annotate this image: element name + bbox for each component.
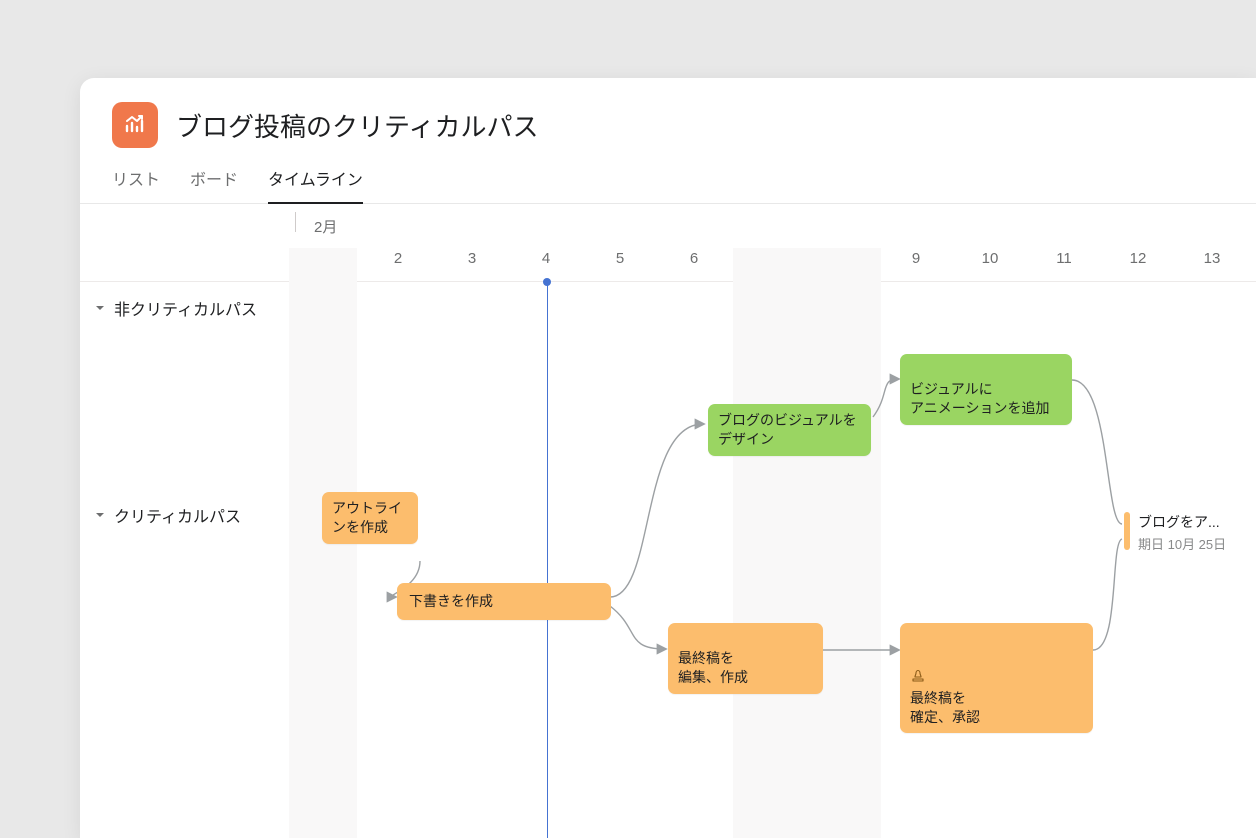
task-visual-design[interactable]: ブログのビジュアルをデザイン	[708, 404, 871, 456]
chevron-down-icon	[94, 509, 106, 521]
chevron-down-icon	[94, 302, 106, 314]
task-label: 下書きを作成	[409, 593, 493, 609]
dependency-lines	[80, 334, 1256, 838]
day-column: 9	[879, 250, 953, 267]
task-label: 最終稿を 確定、承認	[910, 690, 980, 725]
tab-list[interactable]: リスト	[112, 166, 160, 203]
day-column: 6	[657, 250, 731, 267]
task-label: アウトラインを作成	[332, 500, 402, 535]
task-outline[interactable]: アウトラインを作成	[322, 492, 418, 544]
milestone-title: ブログをア...	[1138, 512, 1226, 532]
milestone-subtitle: 期日 10月 25日	[1138, 534, 1226, 553]
tab-timeline[interactable]: タイムライン	[268, 166, 363, 204]
axis-tick	[295, 212, 296, 232]
view-tabs: リスト ボード タイムライン	[80, 148, 1256, 204]
milestone-bar-icon	[1124, 512, 1130, 550]
timeline-header: 2月 12345678910111213	[80, 204, 1256, 282]
chart-up-icon	[123, 113, 147, 137]
day-column: 4	[509, 250, 583, 267]
task-approve-final[interactable]: 最終稿を 確定、承認	[900, 623, 1093, 733]
page-title: ブログ投稿のクリティカルパス	[176, 107, 538, 144]
day-column: 13	[1175, 250, 1249, 267]
task-label: 最終稿を 編集、作成	[678, 650, 748, 685]
milestone-info: ブログをア... 期日 10月 25日	[1138, 512, 1226, 553]
tab-board[interactable]: ボード	[190, 166, 238, 203]
page-header: ブログ投稿のクリティカルパス	[80, 78, 1256, 148]
milestone-publish[interactable]: ブログをア... 期日 10月 25日	[1124, 512, 1226, 553]
month-label: 2月	[314, 216, 337, 237]
section-noncritical[interactable]: 非クリティカルパス	[80, 282, 1256, 334]
day-column: 3	[435, 250, 509, 267]
section-critical-label: クリティカルパス	[114, 503, 241, 527]
day-column: 11	[1027, 250, 1101, 267]
task-edit-final[interactable]: 最終稿を 編集、作成	[668, 623, 823, 694]
section-noncritical-label: 非クリティカルパス	[114, 296, 257, 320]
project-color-icon[interactable]	[112, 102, 158, 148]
tasks-canvas: ブログのビジュアルをデザイン ビジュアルに アニメーションを追加 クリティカルパ…	[80, 334, 1256, 838]
stamp-icon	[910, 649, 926, 689]
day-column: 2	[361, 250, 435, 267]
task-draft[interactable]: 下書きを作成	[397, 583, 611, 620]
timeline-view: 2月 12345678910111213 非クリティカルパス	[80, 204, 1256, 838]
day-column: 12	[1101, 250, 1175, 267]
task-animation[interactable]: ビジュアルに アニメーションを追加	[900, 354, 1072, 425]
day-column: 5	[583, 250, 657, 267]
app-window: ブログ投稿のクリティカルパス リスト ボード タイムライン 2月 1234567…	[80, 78, 1256, 838]
days-row: 12345678910111213	[80, 248, 1256, 278]
task-label: ブログのビジュアルをデザイン	[718, 412, 857, 447]
task-label: ビジュアルに アニメーションを追加	[910, 381, 1049, 416]
day-column: 10	[953, 250, 1027, 267]
section-critical[interactable]: クリティカルパス	[80, 489, 255, 541]
